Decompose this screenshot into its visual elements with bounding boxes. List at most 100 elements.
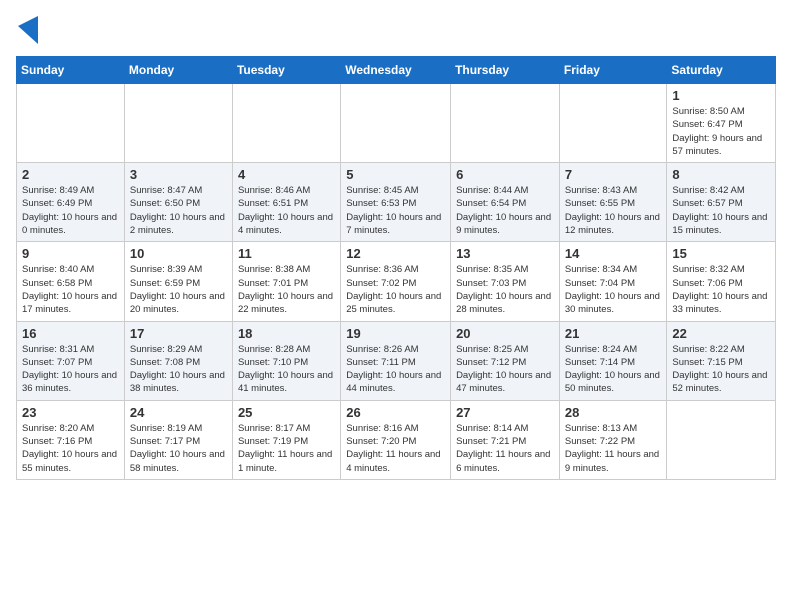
day-info: Sunrise: 8:38 AM Sunset: 7:01 PM Dayligh…: [238, 263, 335, 316]
day-number: 21: [565, 326, 662, 341]
calendar-cell: [17, 84, 125, 163]
calendar-cell: 21 Sunrise: 8:24 AM Sunset: 7:14 PM Dayli…: [559, 321, 667, 400]
calendar-week-4: 16 Sunrise: 8:31 AM Sunset: 7:07 PM Dayli…: [17, 321, 776, 400]
day-info: Sunrise: 8:13 AM Sunset: 7:22 PM Dayligh…: [565, 422, 662, 475]
day-info: Sunrise: 8:14 AM Sunset: 7:21 PM Dayligh…: [456, 422, 554, 475]
day-number: 16: [22, 326, 119, 341]
calendar-cell: 6 Sunrise: 8:44 AM Sunset: 6:54 PM Daylig…: [451, 163, 560, 242]
day-number: 2: [22, 167, 119, 182]
day-number: 10: [130, 246, 227, 261]
calendar-cell: 7 Sunrise: 8:43 AM Sunset: 6:55 PM Daylig…: [559, 163, 667, 242]
calendar-cell: 8 Sunrise: 8:42 AM Sunset: 6:57 PM Daylig…: [667, 163, 776, 242]
day-number: 23: [22, 405, 119, 420]
day-number: 15: [672, 246, 770, 261]
weekday-header-friday: Friday: [559, 57, 667, 84]
calendar-cell: 27 Sunrise: 8:14 AM Sunset: 7:21 PM Dayli…: [451, 400, 560, 479]
calendar-cell: 5Sunrise: 8:45 AM Sunset: 6:53 PM Daylig…: [341, 163, 451, 242]
calendar-week-2: 2 Sunrise: 8:49 AM Sunset: 6:49 PM Daylig…: [17, 163, 776, 242]
weekday-header-thursday: Thursday: [451, 57, 560, 84]
day-info: Sunrise: 8:31 AM Sunset: 7:07 PM Dayligh…: [22, 343, 119, 396]
day-number: 26: [346, 405, 445, 420]
calendar-cell: 20 Sunrise: 8:25 AM Sunset: 7:12 PM Dayli…: [451, 321, 560, 400]
day-info: Sunrise: 8:28 AM Sunset: 7:10 PM Dayligh…: [238, 343, 335, 396]
page-header: [16, 16, 776, 44]
calendar-cell: 16 Sunrise: 8:31 AM Sunset: 7:07 PM Dayli…: [17, 321, 125, 400]
day-info: Sunrise: 8:40 AM Sunset: 6:58 PM Dayligh…: [22, 263, 119, 316]
calendar-cell: 18 Sunrise: 8:28 AM Sunset: 7:10 PM Dayli…: [232, 321, 340, 400]
day-info: Sunrise: 8:47 AM Sunset: 6:50 PM Dayligh…: [130, 184, 227, 237]
day-info: Sunrise: 8:42 AM Sunset: 6:57 PM Dayligh…: [672, 184, 770, 237]
calendar-cell: 22Sunrise: 8:22 AM Sunset: 7:15 PM Dayli…: [667, 321, 776, 400]
calendar-cell: 26 Sunrise: 8:16 AM Sunset: 7:20 PM Dayli…: [341, 400, 451, 479]
weekday-header-saturday: Saturday: [667, 57, 776, 84]
day-info: Sunrise: 8:50 AM Sunset: 6:47 PM Dayligh…: [672, 105, 770, 158]
day-info: Sunrise: 8:25 AM Sunset: 7:12 PM Dayligh…: [456, 343, 554, 396]
calendar-cell: [341, 84, 451, 163]
calendar-cell: 2 Sunrise: 8:49 AM Sunset: 6:49 PM Daylig…: [17, 163, 125, 242]
calendar-cell: 11 Sunrise: 8:38 AM Sunset: 7:01 PM Dayli…: [232, 242, 340, 321]
day-info: Sunrise: 8:24 AM Sunset: 7:14 PM Dayligh…: [565, 343, 662, 396]
calendar-cell: 13 Sunrise: 8:35 AM Sunset: 7:03 PM Dayli…: [451, 242, 560, 321]
weekday-header-wednesday: Wednesday: [341, 57, 451, 84]
calendar-cell: [124, 84, 232, 163]
calendar-cell: [232, 84, 340, 163]
calendar-cell: 15 Sunrise: 8:32 AM Sunset: 7:06 PM Dayli…: [667, 242, 776, 321]
day-info: Sunrise: 8:20 AM Sunset: 7:16 PM Dayligh…: [22, 422, 119, 475]
calendar-cell: 3 Sunrise: 8:47 AM Sunset: 6:50 PM Daylig…: [124, 163, 232, 242]
calendar-cell: 24Sunrise: 8:19 AM Sunset: 7:17 PM Dayli…: [124, 400, 232, 479]
day-info: Sunrise: 8:34 AM Sunset: 7:04 PM Dayligh…: [565, 263, 662, 316]
day-info: Sunrise: 8:17 AM Sunset: 7:19 PM Dayligh…: [238, 422, 335, 475]
day-info: Sunrise: 8:26 AM Sunset: 7:11 PM Dayligh…: [346, 343, 445, 396]
calendar-cell: 4 Sunrise: 8:46 AM Sunset: 6:51 PM Daylig…: [232, 163, 340, 242]
day-number: 1: [672, 88, 770, 103]
day-info: Sunrise: 8:32 AM Sunset: 7:06 PM Dayligh…: [672, 263, 770, 316]
day-number: 28: [565, 405, 662, 420]
day-info: Sunrise: 8:35 AM Sunset: 7:03 PM Dayligh…: [456, 263, 554, 316]
day-number: 11: [238, 246, 335, 261]
calendar-week-3: 9Sunrise: 8:40 AM Sunset: 6:58 PM Daylig…: [17, 242, 776, 321]
calendar-cell: 17 Sunrise: 8:29 AM Sunset: 7:08 PM Dayli…: [124, 321, 232, 400]
calendar-week-5: 23 Sunrise: 8:20 AM Sunset: 7:16 PM Dayli…: [17, 400, 776, 479]
day-number: 17: [130, 326, 227, 341]
calendar-cell: 23 Sunrise: 8:20 AM Sunset: 7:16 PM Dayli…: [17, 400, 125, 479]
calendar-cell: 1 Sunrise: 8:50 AM Sunset: 6:47 PM Daylig…: [667, 84, 776, 163]
calendar-cell: 19 Sunrise: 8:26 AM Sunset: 7:11 PM Dayli…: [341, 321, 451, 400]
day-number: 18: [238, 326, 335, 341]
day-number: 7: [565, 167, 662, 182]
calendar-cell: 10 Sunrise: 8:39 AM Sunset: 6:59 PM Dayli…: [124, 242, 232, 321]
calendar-cell: 9Sunrise: 8:40 AM Sunset: 6:58 PM Daylig…: [17, 242, 125, 321]
day-number: 19: [346, 326, 445, 341]
day-number: 24: [130, 405, 227, 420]
day-number: 4: [238, 167, 335, 182]
calendar-cell: [559, 84, 667, 163]
day-number: 12: [346, 246, 445, 261]
day-number: 13: [456, 246, 554, 261]
day-info: Sunrise: 8:46 AM Sunset: 6:51 PM Dayligh…: [238, 184, 335, 237]
day-info: Sunrise: 8:22 AM Sunset: 7:15 PM Dayligh…: [672, 343, 770, 396]
weekday-header-tuesday: Tuesday: [232, 57, 340, 84]
calendar-cell: 14 Sunrise: 8:34 AM Sunset: 7:04 PM Dayli…: [559, 242, 667, 321]
day-info: Sunrise: 8:16 AM Sunset: 7:20 PM Dayligh…: [346, 422, 445, 475]
calendar-table: SundayMondayTuesdayWednesdayThursdayFrid…: [16, 56, 776, 480]
day-info: Sunrise: 8:49 AM Sunset: 6:49 PM Dayligh…: [22, 184, 119, 237]
day-info: Sunrise: 8:29 AM Sunset: 7:08 PM Dayligh…: [130, 343, 227, 396]
day-number: 20: [456, 326, 554, 341]
calendar-cell: 28 Sunrise: 8:13 AM Sunset: 7:22 PM Dayli…: [559, 400, 667, 479]
logo: [16, 16, 38, 44]
day-info: Sunrise: 8:39 AM Sunset: 6:59 PM Dayligh…: [130, 263, 227, 316]
day-info: Sunrise: 8:44 AM Sunset: 6:54 PM Dayligh…: [456, 184, 554, 237]
calendar-cell: [667, 400, 776, 479]
calendar-week-1: 1 Sunrise: 8:50 AM Sunset: 6:47 PM Daylig…: [17, 84, 776, 163]
logo-icon: [18, 16, 38, 44]
day-number: 8: [672, 167, 770, 182]
day-info: Sunrise: 8:36 AM Sunset: 7:02 PM Dayligh…: [346, 263, 445, 316]
day-number: 27: [456, 405, 554, 420]
calendar-cell: 12 Sunrise: 8:36 AM Sunset: 7:02 PM Dayli…: [341, 242, 451, 321]
day-info: Sunrise: 8:43 AM Sunset: 6:55 PM Dayligh…: [565, 184, 662, 237]
weekday-header-sunday: Sunday: [17, 57, 125, 84]
day-number: 6: [456, 167, 554, 182]
weekday-header-monday: Monday: [124, 57, 232, 84]
day-number: 14: [565, 246, 662, 261]
day-number: 3: [130, 167, 227, 182]
calendar-cell: [451, 84, 560, 163]
